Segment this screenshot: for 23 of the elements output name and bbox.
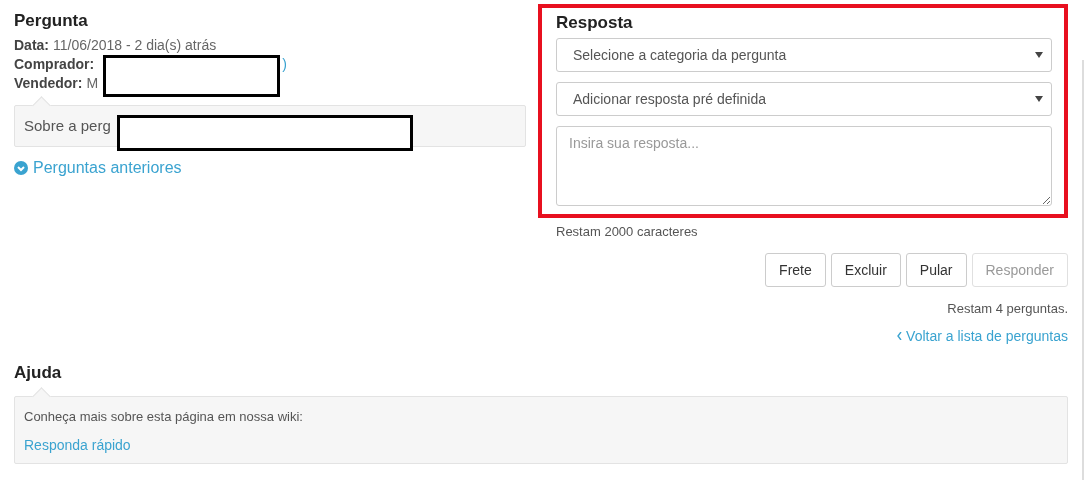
answer-field[interactable]: Insira sua resposta... [556, 126, 1052, 206]
preset-answer-select[interactable]: Adicionar resposta pré definida [556, 82, 1052, 116]
field-label: Data: [14, 36, 49, 55]
category-select[interactable]: Selecione a categoria da pergunta [556, 38, 1052, 72]
section-title: Ajuda [14, 362, 63, 384]
section-title: Pergunta [14, 10, 89, 32]
field-value: ) [282, 55, 287, 74]
chevron-left-icon [897, 332, 903, 340]
help-text: Conheça mais sobre esta página em nossa wiki: [24, 408, 303, 426]
chevron-down-icon [14, 161, 28, 175]
questions-remaining: Restam 4 perguntas. [946, 301, 1068, 316]
caret-icon [1035, 52, 1043, 58]
field-label: Vendedor: [14, 74, 83, 93]
question-text: Sobre a perg [24, 116, 111, 136]
action-button[interactable]: Pular [905, 253, 967, 287]
field-value: M [86, 74, 99, 93]
field-label: Comprador: [14, 55, 95, 74]
caret-icon [1035, 96, 1043, 102]
field-value: 11/06/2018 - 2 dia(s) atrás [53, 36, 217, 55]
action-button[interactable]: Excluir [830, 253, 901, 287]
action-button[interactable]: Frete [765, 253, 826, 287]
section-title: Resposta [556, 12, 634, 34]
chars-remaining: Restam 2000 caracteres [555, 224, 699, 239]
